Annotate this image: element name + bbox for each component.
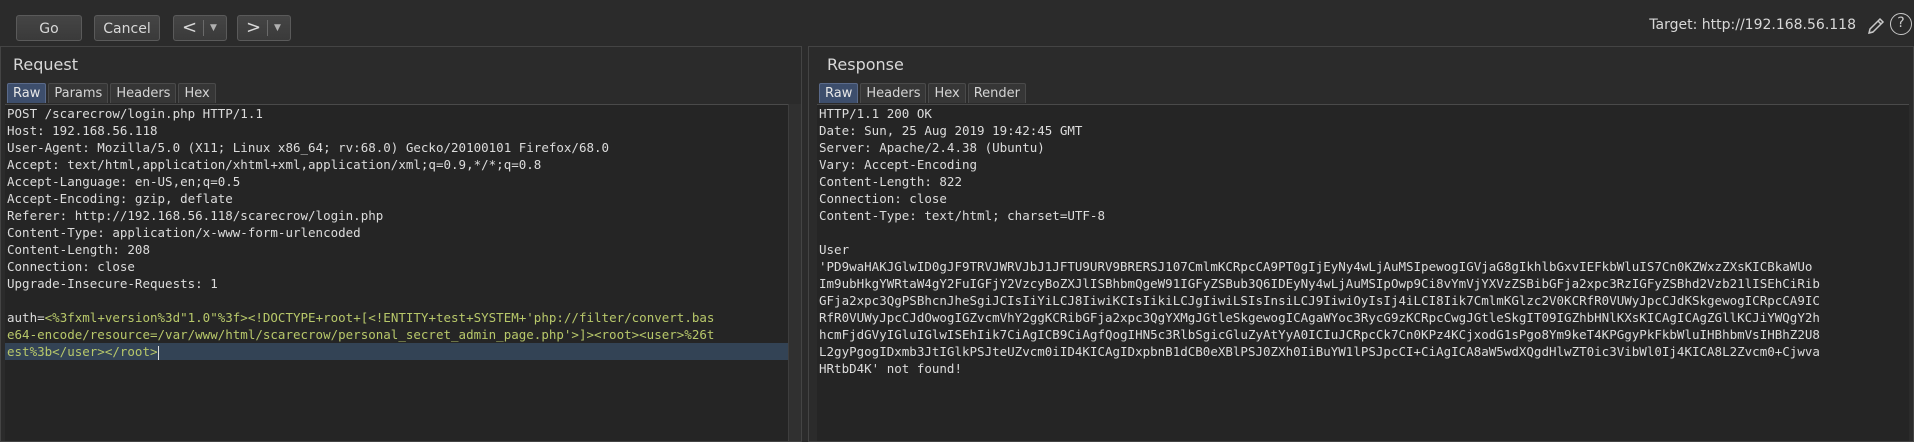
tab-hex[interactable]: Hex [928, 83, 966, 103]
tab-headers[interactable]: Headers [110, 83, 177, 103]
response-body-line: hcmFjdGVyIGluIGlwISEhIik7CiAgICB9CiAgfQo… [819, 327, 1820, 342]
cancel-button[interactable]: Cancel [94, 15, 160, 41]
request-scrollbar[interactable] [788, 104, 801, 441]
request-header: Upgrade-Insecure-Requests: 1 [7, 276, 218, 291]
request-line: POST /scarecrow/login.php HTTP/1.1 [7, 106, 263, 121]
request-header: Connection: close [7, 259, 135, 274]
request-header: Accept-Language: en-US,en;q=0.5 [7, 174, 241, 189]
request-panel: Request Raw Params Headers Hex POST /sca… [0, 46, 802, 442]
request-header: Accept-Encoding: gzip, deflate [7, 191, 233, 206]
response-body-line: RfR0VUWyJpcCJdOwogIGZvcmVhY2ggKCRibGFja2… [819, 310, 1820, 325]
tab-params[interactable]: Params [48, 83, 109, 103]
response-header: Connection: close [819, 191, 947, 206]
tab-render[interactable]: Render [967, 83, 1026, 103]
forward-button[interactable]: > ▼ [237, 15, 291, 41]
request-tabs: Raw Params Headers Hex [7, 83, 216, 103]
back-arrow-icon: < [181, 17, 198, 38]
response-body-line: GFja2xpc3QgPSBhcnJheSgiJCIsIiYiLCJ8IiwiK… [819, 293, 1820, 308]
response-header: Server: Apache/2.4.38 (Ubuntu) [819, 140, 1045, 155]
response-body-line: 'PD9waHAKJGlwID0gJF9TRVJWRVJbJ1JFTU9URV9… [819, 259, 1813, 274]
response-panel: Response Raw Headers Hex Render HTTP/1.1… [808, 46, 1914, 442]
back-button[interactable]: < ▼ [173, 15, 227, 41]
body-param-value: est%3b</user></root> [7, 344, 158, 359]
target-label: Target: http://192.168.56.118 [1649, 17, 1856, 33]
response-header: Date: Sun, 25 Aug 2019 19:42:45 GMT [819, 123, 1083, 138]
request-header: Accept: text/html,application/xhtml+xml,… [7, 157, 542, 172]
response-body-line: HRtbD4K' not found! [819, 361, 962, 376]
response-body-line: L2gyPgogIDxmb3JtIGlkPSJteUZvcm0iID4KICAg… [819, 344, 1820, 359]
request-header: User-Agent: Mozilla/5.0 (X11; Linux x86_… [7, 140, 610, 155]
body-param-value: <%3fxml+version%3d"1.0"%3f><!DOCTYPE+roo… [44, 310, 715, 325]
response-header: Content-Length: 822 [819, 174, 962, 189]
request-body-line: e64-encode/resource=/var/www/html/scarec… [7, 327, 715, 342]
response-editor[interactable]: HTTP/1.1 200 OK Date: Sun, 25 Aug 2019 1… [817, 104, 1909, 441]
request-body-line: auth=<%3fxml+version%3d"1.0"%3f><!DOCTYP… [5, 309, 788, 326]
request-title: Request [13, 55, 78, 74]
tab-raw[interactable]: Raw [819, 83, 859, 103]
pencil-icon[interactable] [1866, 16, 1886, 36]
response-tabs: Raw Headers Hex Render [819, 83, 1026, 103]
request-header: Referer: http://192.168.56.118/scarecrow… [7, 208, 384, 223]
response-header: Content-Type: text/html; charset=UTF-8 [819, 208, 1105, 223]
forward-arrow-icon: > [245, 17, 262, 38]
response-body-line: User [819, 242, 850, 257]
request-editor[interactable]: POST /scarecrow/login.php HTTP/1.1 Host:… [5, 104, 788, 441]
request-header: Content-Type: application/x-www-form-url… [7, 225, 361, 240]
go-button[interactable]: Go [16, 15, 82, 41]
help-icon[interactable]: ? [1890, 13, 1912, 35]
response-title: Response [827, 55, 904, 74]
body-param-key: auth= [7, 310, 45, 325]
response-header: Vary: Accept-Encoding [819, 157, 978, 172]
response-status-line: HTTP/1.1 200 OK [819, 106, 932, 121]
tab-hex[interactable]: Hex [178, 83, 216, 103]
text-cursor [157, 345, 159, 360]
tab-raw[interactable]: Raw [7, 83, 47, 103]
request-header: Host: 192.168.56.118 [7, 123, 158, 138]
request-header: Content-Length: 208 [7, 242, 150, 257]
tab-headers[interactable]: Headers [860, 83, 927, 103]
forward-history-dropdown-icon[interactable]: ▼ [268, 15, 288, 41]
back-history-dropdown-icon[interactable]: ▼ [204, 15, 224, 41]
response-body-line: Im9ubHkgYWRtaW4gY2FuIGFjY2VzcyBoZXJlISBh… [819, 276, 1820, 291]
request-body-line-selected: est%3b</user></root> [5, 343, 788, 360]
